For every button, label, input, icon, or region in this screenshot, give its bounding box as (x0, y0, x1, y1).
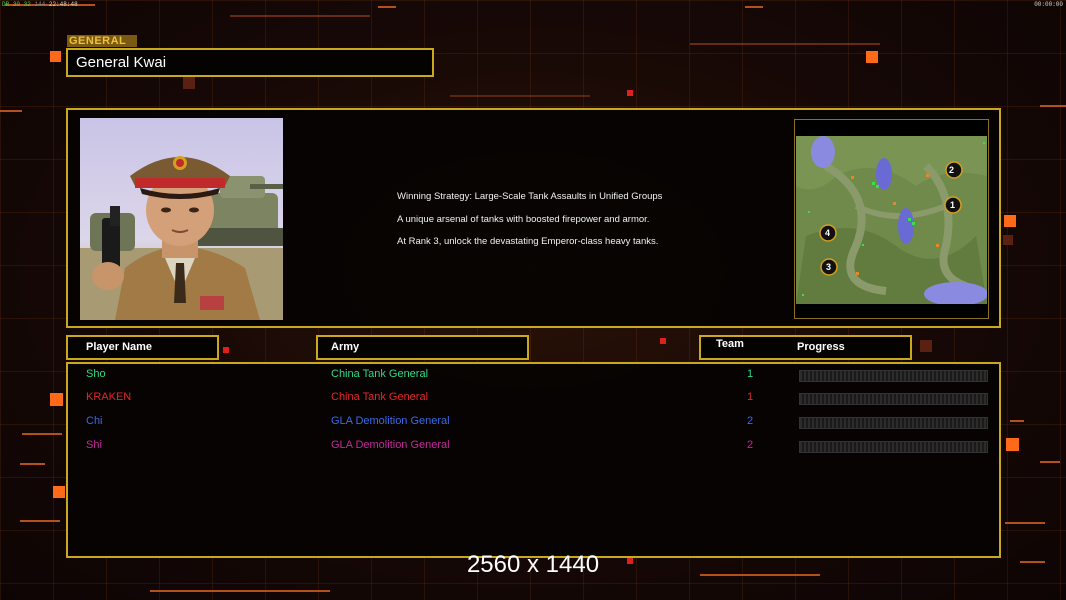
deco-square (660, 338, 666, 344)
player-army: GLA Demolition General (331, 415, 450, 427)
status-mid: 144 (34, 1, 46, 8)
deco-line (1040, 105, 1066, 107)
strategy-line: Winning Strategy: Large-Scale Tank Assau… (397, 191, 663, 202)
player-progress-bar (799, 370, 988, 382)
deco-line (20, 463, 45, 465)
deco-line (378, 6, 396, 8)
deco-square (920, 340, 932, 352)
header-army-label: Army (331, 341, 360, 353)
status-values: 30 32 (12, 1, 31, 8)
deco-square (1004, 215, 1016, 227)
player-progress-bar (799, 441, 988, 453)
start-position-2: 2 (949, 165, 955, 175)
header-player-name-label: Player Name (86, 341, 153, 353)
deco-square (223, 347, 229, 353)
deco-line (150, 590, 330, 592)
deco-square (183, 77, 195, 89)
players-panel: Sho China Tank General 1 KRAKEN China Ta… (66, 362, 1001, 558)
deco-square (50, 51, 61, 62)
header-team-progress: Team Progress (699, 335, 912, 360)
deco-line (690, 43, 880, 45)
header-progress-label: Progress (797, 341, 845, 353)
start-position-1: 1 (950, 200, 956, 210)
deco-line (745, 6, 763, 8)
player-name: Shi (86, 439, 102, 451)
general-name: General Kwai (66, 48, 434, 77)
player-army: GLA Demolition General (331, 439, 450, 451)
header-army: Army (316, 335, 529, 360)
deco-square (866, 51, 878, 63)
status-prefix: DR (2, 1, 10, 8)
deco-square (627, 90, 633, 96)
player-row: KRAKEN China Tank General 1 (68, 391, 999, 407)
player-progress-bar (799, 393, 988, 405)
player-row: Chi GLA Demolition General 2 (68, 415, 999, 431)
deco-square (1003, 235, 1013, 245)
resolution-watermark: 2560 x 1440 (466, 551, 600, 578)
portrait-image (80, 118, 283, 320)
deco-line (1010, 420, 1024, 422)
player-name: Chi (86, 415, 103, 427)
arsenal-line: A unique arsenal of tanks with boosted f… (397, 214, 650, 225)
header-team-label: Team (716, 338, 744, 350)
player-army: China Tank General (331, 368, 429, 380)
deco-line (0, 110, 22, 112)
player-army: China Tank General (331, 391, 429, 403)
minimap[interactable]: 2 1 4 3 (794, 119, 989, 319)
status-clock: 22:48:48 (48, 1, 78, 8)
deco-square (1006, 438, 1019, 451)
player-row: Sho China Tank General 1 (68, 368, 999, 384)
player-team: 1 (746, 391, 754, 403)
deco-square (53, 486, 65, 498)
rank-line: At Rank 3, unlock the devastating Empero… (397, 236, 659, 247)
player-progress-bar (799, 417, 988, 429)
start-position-3: 3 (826, 262, 832, 272)
status-left: DR 30 32 144 22:48:48 (2, 1, 78, 8)
player-team: 2 (746, 415, 754, 427)
status-right-clock: 00:00:00 (1034, 1, 1063, 8)
start-position-4: 4 (825, 228, 831, 238)
header-player-name: Player Name (66, 335, 219, 360)
deco-line (450, 95, 590, 97)
deco-line (20, 520, 60, 522)
general-tag: GENERAL (67, 35, 137, 47)
player-team: 1 (746, 368, 754, 380)
player-name: KRAKEN (86, 391, 132, 403)
player-row: Shi GLA Demolition General 2 (68, 439, 999, 455)
player-name: Sho (86, 368, 106, 380)
deco-line (22, 433, 62, 435)
deco-line (1040, 461, 1060, 463)
deco-line (1005, 522, 1045, 524)
deco-line (230, 15, 370, 17)
player-team: 2 (746, 439, 754, 451)
general-portrait (80, 118, 283, 320)
minimap-terrain (796, 136, 987, 304)
deco-square (50, 393, 63, 406)
